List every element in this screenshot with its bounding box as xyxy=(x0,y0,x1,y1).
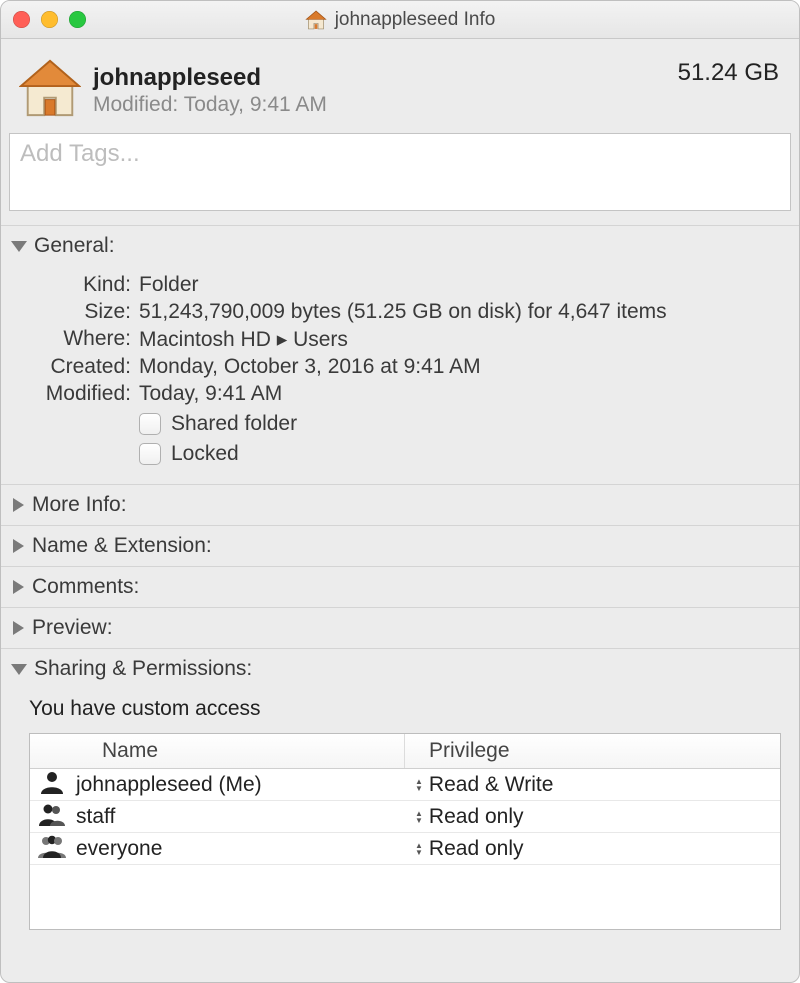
permissions-empty-rows xyxy=(30,865,780,929)
minimize-button[interactable] xyxy=(41,11,58,28)
where-label: Where: xyxy=(21,327,131,352)
permissions-name-header: Name xyxy=(30,734,405,768)
home-icon xyxy=(19,57,81,125)
stepper-icon: ▲▼ xyxy=(415,778,423,792)
zoom-button[interactable] xyxy=(69,11,86,28)
disclosure-triangle-right-icon xyxy=(13,498,24,512)
modified-value: Today, 9:41 AM xyxy=(184,93,327,116)
general-where-row: Where: Macintosh HD ▸ Users xyxy=(21,327,779,352)
size-label: Size: xyxy=(21,300,131,324)
disclosure-triangle-right-icon xyxy=(13,621,24,635)
section-more-info-header[interactable]: More Info: xyxy=(1,484,799,525)
permissions-user-name: everyone xyxy=(76,837,162,861)
section-name-extension-label: Name & Extension: xyxy=(32,534,212,558)
item-name: johnappleseed xyxy=(93,65,678,91)
section-preview-header[interactable]: Preview: xyxy=(1,607,799,648)
created-value: Monday, October 3, 2016 at 9:41 AM xyxy=(139,355,779,379)
access-text: You have custom access xyxy=(29,697,781,721)
locked-checkbox[interactable] xyxy=(139,443,161,465)
section-general-header[interactable]: General: xyxy=(1,225,799,266)
tags-placeholder: Add Tags... xyxy=(20,140,140,167)
home-icon xyxy=(305,9,327,31)
permissions-user-name: staff xyxy=(76,805,115,829)
general-kind-row: Kind: Folder xyxy=(21,273,779,297)
everyone-icon xyxy=(38,834,66,864)
permissions-name-cell: everyone xyxy=(30,834,405,864)
title-center: johnappleseed Info xyxy=(1,9,799,31)
permissions-table: Name Privilege johnappleseed (Me) ▲▼ Rea… xyxy=(29,733,781,930)
titlebar: johnappleseed Info xyxy=(1,1,799,39)
modified-label: Modified: xyxy=(21,382,131,406)
where-value: Macintosh HD ▸ Users xyxy=(139,327,779,352)
window-title: johnappleseed Info xyxy=(335,9,496,31)
section-general-body: Kind: Folder Size: 51,243,790,009 bytes … xyxy=(1,266,799,484)
permissions-priv-cell[interactable]: ▲▼ Read & Write xyxy=(405,773,780,797)
created-label: Created: xyxy=(21,355,131,379)
stepper-icon: ▲▼ xyxy=(415,842,423,856)
permissions-priv-cell[interactable]: ▲▼ Read only xyxy=(405,837,780,861)
kind-value: Folder xyxy=(139,273,779,297)
section-preview-label: Preview: xyxy=(32,616,113,640)
permissions-row[interactable]: staff ▲▼ Read only xyxy=(30,801,780,833)
general-created-row: Created: Monday, October 3, 2016 at 9:41… xyxy=(21,355,779,379)
window-controls xyxy=(13,11,86,28)
kind-label: Kind: xyxy=(21,273,131,297)
shared-folder-label: Shared folder xyxy=(171,412,297,436)
permissions-name-cell: johnappleseed (Me) xyxy=(30,770,405,800)
permissions-row[interactable]: everyone ▲▼ Read only xyxy=(30,833,780,865)
tags-input[interactable]: Add Tags... xyxy=(9,133,791,211)
general-size-row: Size: 51,243,790,009 bytes (51.25 GB on … xyxy=(21,300,779,324)
item-size: 51.24 GB xyxy=(678,59,779,87)
close-button[interactable] xyxy=(13,11,30,28)
section-comments-header[interactable]: Comments: xyxy=(1,566,799,607)
section-sharing-label: Sharing & Permissions: xyxy=(34,657,252,681)
size-value: 51,243,790,009 bytes (51.25 GB on disk) … xyxy=(139,300,779,324)
permissions-priv-cell[interactable]: ▲▼ Read only xyxy=(405,805,780,829)
permissions-priv-value: Read only xyxy=(429,837,524,861)
section-comments-label: Comments: xyxy=(32,575,139,599)
person-icon xyxy=(38,770,66,800)
section-general-label: General: xyxy=(34,234,115,258)
disclosure-triangle-down-icon xyxy=(11,664,27,675)
disclosure-triangle-right-icon xyxy=(13,539,24,553)
locked-row: Locked xyxy=(139,442,779,466)
permissions-priv-value: Read only xyxy=(429,805,524,829)
locked-label: Locked xyxy=(171,442,239,466)
permissions-row[interactable]: johnappleseed (Me) ▲▼ Read & Write xyxy=(30,769,780,801)
general-modified-row: Modified: Today, 9:41 AM xyxy=(21,382,779,406)
stepper-icon: ▲▼ xyxy=(415,810,423,824)
disclosure-triangle-right-icon xyxy=(13,580,24,594)
section-sharing-header[interactable]: Sharing & Permissions: xyxy=(1,648,799,689)
permissions-user-name: johnappleseed (Me) xyxy=(76,773,262,797)
permissions-name-cell: staff xyxy=(30,802,405,832)
section-sharing-body: You have custom access Name Privilege jo… xyxy=(1,689,799,948)
group-icon xyxy=(38,802,66,832)
info-window: johnappleseed Info johnappleseed Modifie… xyxy=(0,0,800,983)
permissions-header-row: Name Privilege xyxy=(30,734,780,769)
shared-folder-row: Shared folder xyxy=(139,412,779,436)
item-modified: Modified: Today, 9:41 AM xyxy=(93,93,678,117)
tags-area: Add Tags... xyxy=(1,133,799,225)
shared-folder-checkbox[interactable] xyxy=(139,413,161,435)
section-more-info-label: More Info: xyxy=(32,493,127,517)
header-text: johnappleseed Modified: Today, 9:41 AM xyxy=(93,65,678,117)
disclosure-triangle-down-icon xyxy=(11,241,27,252)
modified-label: Modified: xyxy=(93,93,178,116)
info-header: johnappleseed Modified: Today, 9:41 AM 5… xyxy=(1,39,799,133)
modified-value: Today, 9:41 AM xyxy=(139,382,779,406)
section-name-extension-header[interactable]: Name & Extension: xyxy=(1,525,799,566)
permissions-priv-value: Read & Write xyxy=(429,773,554,797)
permissions-privilege-header: Privilege xyxy=(405,734,780,768)
